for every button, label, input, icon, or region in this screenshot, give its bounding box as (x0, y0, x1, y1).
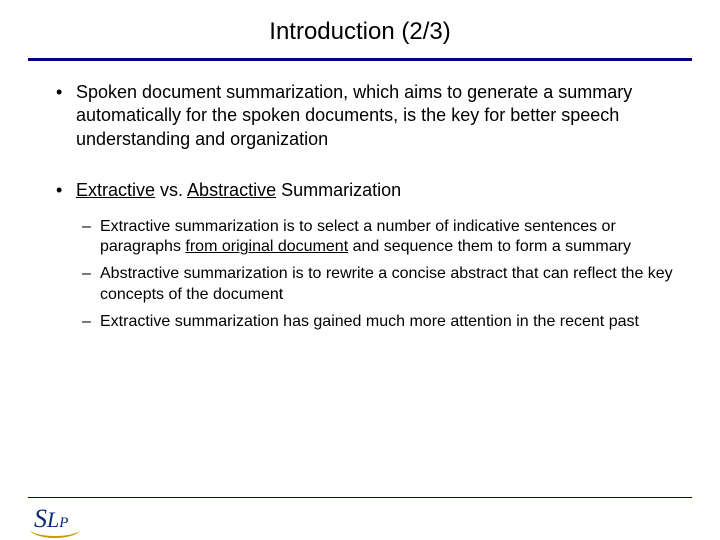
term-extractive: Extractive (76, 180, 155, 200)
bullet-item: Extractive vs. Abstractive Summarization… (56, 179, 680, 332)
bullet-list: Spoken document summarization, which aim… (56, 81, 680, 333)
logo-letter-p: P (59, 515, 68, 531)
title-divider (28, 58, 692, 61)
sub-bullet-item: Abstractive summarization is to rewrite … (76, 264, 680, 306)
sub-bullet-list: Extractive summarization is to select a … (76, 217, 680, 333)
term-abstractive: Abstractive (187, 180, 276, 200)
text-vs: vs. (155, 180, 187, 200)
footer-divider (28, 497, 692, 498)
slp-logo: SLP (34, 504, 68, 534)
sub-text: and sequence them to form a summary (348, 238, 631, 255)
text-summarization: Summarization (276, 180, 401, 200)
sub-text: Abstractive summarization is to rewrite … (100, 265, 673, 303)
logo-letter-s: S (34, 504, 47, 533)
sub-text: Extractive summarization has gained much… (100, 313, 639, 330)
slide-title: Introduction (2/3) (0, 0, 720, 58)
logo-letter-l: L (47, 507, 59, 532)
sub-bullet-item: Extractive summarization is to select a … (76, 217, 680, 259)
bullet-item: Spoken document summarization, which aim… (56, 81, 680, 151)
slide-content: Spoken document summarization, which aim… (0, 81, 720, 333)
phrase-from-original: from original document (185, 238, 348, 255)
sub-bullet-item: Extractive summarization has gained much… (76, 312, 680, 333)
bullet-text: Spoken document summarization, which aim… (76, 82, 632, 149)
